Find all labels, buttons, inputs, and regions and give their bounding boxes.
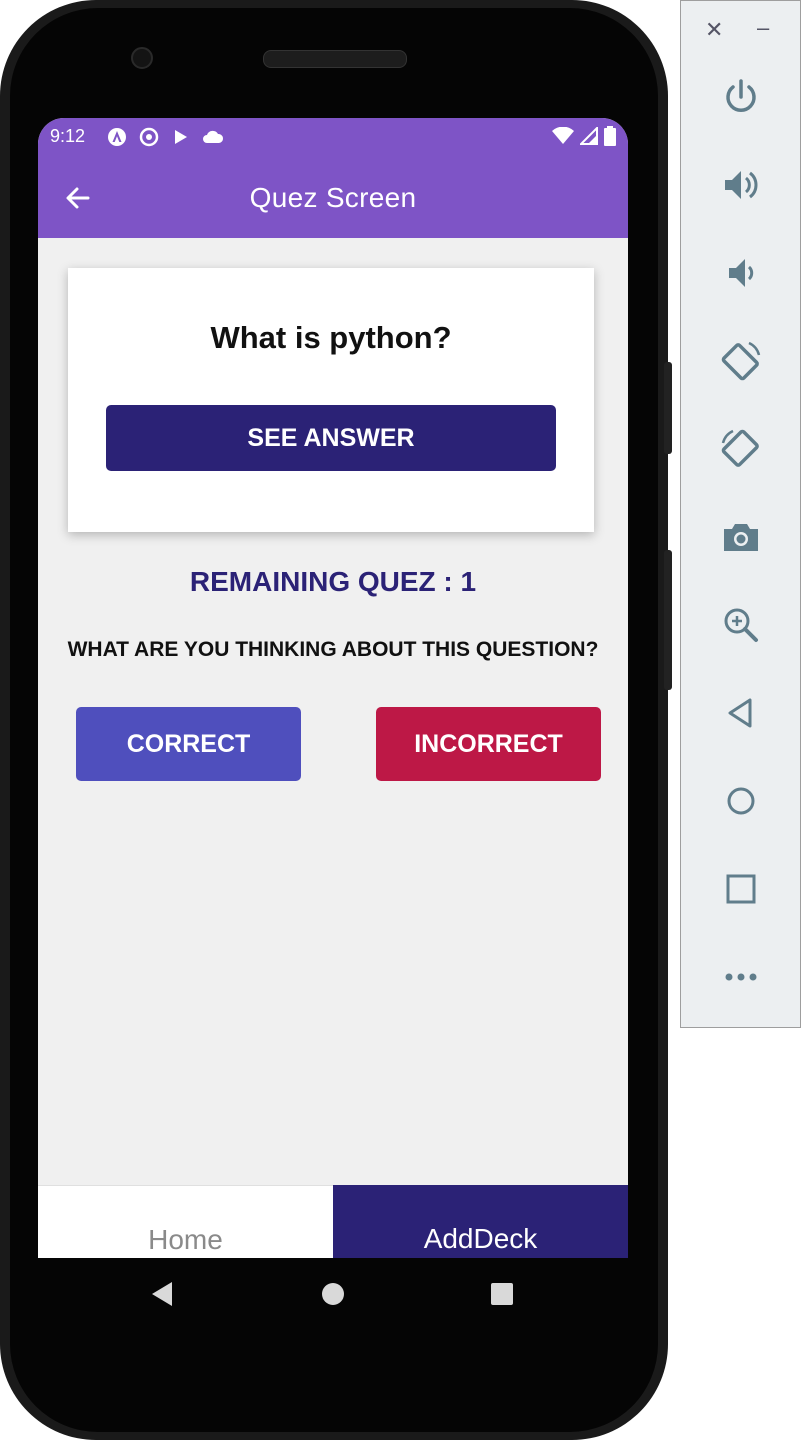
rotate-right-icon [721,429,759,467]
emulator-toolbar: ✕ – [680,0,801,1028]
emulator-window-controls: ✕ – [681,15,802,45]
front-camera [131,47,153,69]
emulator-overview-button[interactable] [715,863,767,915]
bottom-tab-bar: Home AddDeck [38,1185,628,1258]
square-overview-icon [491,1283,513,1305]
battery-icon [604,126,616,151]
rotate-left-icon [721,341,761,381]
minimize-icon[interactable]: – [757,15,769,41]
more-icon [725,973,757,981]
incorrect-button[interactable]: INCORRECT [376,707,601,781]
system-nav-bar [38,1258,628,1330]
rotate-right-button[interactable] [715,423,767,475]
status-bar: 9:12 [38,118,628,158]
circle-home-icon [322,1283,344,1305]
triangle-back-icon [152,1282,172,1306]
correct-button[interactable]: CORRECT [76,707,301,781]
wifi-icon [552,126,574,150]
power-button[interactable] [715,71,767,123]
nav-overview-button[interactable] [486,1278,518,1310]
see-answer-button[interactable]: SEE ANSWER [106,405,556,471]
zoom-button[interactable] [715,599,767,651]
volume-down-button[interactable] [715,247,767,299]
camera-icon [724,524,758,551]
question-text: What is python? [210,320,452,355]
tab-adddeck[interactable]: AddDeck [333,1185,628,1258]
notification-sync-icon [138,126,160,148]
volume-up-icon [725,171,758,199]
signal-icon [578,125,598,150]
cloud-icon [202,126,224,148]
emulator-home-button[interactable] [715,775,767,827]
nav-home-button[interactable] [317,1278,349,1310]
notification-app-icon [106,126,128,148]
home-icon [727,787,755,815]
volume-up-button[interactable] [715,159,767,211]
back-icon [728,698,752,728]
nav-back-button[interactable] [146,1278,178,1310]
close-icon[interactable]: ✕ [705,17,723,43]
phone-side-button [664,362,672,454]
volume-down-icon [729,259,754,287]
page-title: Quez Screen [249,182,417,213]
arrow-left-icon [66,187,90,209]
more-button[interactable] [715,951,767,1003]
overview-icon [726,874,756,904]
rotate-left-button[interactable] [715,335,767,387]
status-time: 9:12 [50,126,86,146]
question-card: What is python? SEE ANSWER [68,268,594,532]
back-button[interactable] [60,180,96,216]
screenshot-button[interactable] [715,511,767,563]
tab-home[interactable]: Home [38,1185,333,1258]
device-screen: 9:12 Quez Screen What is python? SEE ANS… [38,118,628,1258]
zoom-icon [724,608,758,642]
notification-icons [106,126,224,148]
prompt-text: WHAT ARE YOU THINKING ABOUT THIS QUESTIO… [67,638,599,661]
remaining-count: REMAINING QUEZ : 1 [189,566,477,597]
earpiece-speaker [263,50,407,68]
status-right-icons [552,125,616,151]
play-store-icon [170,126,192,148]
emulator-back-button[interactable] [715,687,767,739]
phone-side-button [664,550,672,690]
app-bar: Quez Screen [38,158,628,238]
power-icon [726,79,756,112]
